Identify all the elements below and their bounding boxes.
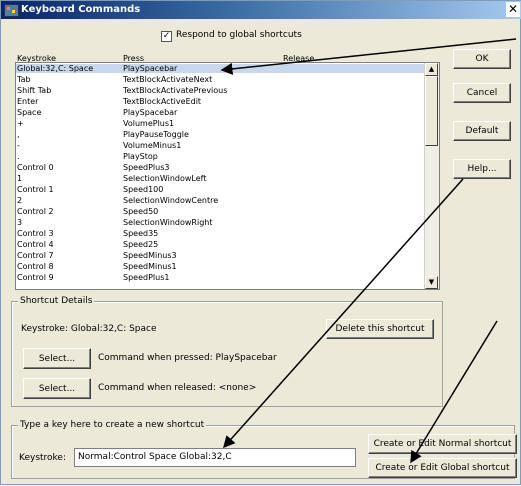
shortcut-row[interactable]: Control 0 SpeedPlus3 xyxy=(16,163,426,172)
scroll-up-icon[interactable]: ▲ xyxy=(425,63,438,76)
details-keystroke-text: Keystroke: Global:32,C: Space xyxy=(21,324,157,334)
row-keystroke: Control 7 xyxy=(17,251,54,260)
row-press-command: PlaySpacebar xyxy=(123,108,178,117)
row-keystroke: Control 1 xyxy=(17,185,54,194)
shortcut-details-legend: Shortcut Details xyxy=(18,296,95,306)
new-keystroke-label: Keystroke: xyxy=(19,453,67,463)
row-press-command: Speed35 xyxy=(123,229,159,238)
row-press-command: SelectionWindowRight xyxy=(123,218,213,227)
help-button[interactable]: Help... xyxy=(453,159,511,179)
shortcut-row[interactable]: Control 7 SpeedMinus3 xyxy=(16,251,426,260)
shortcut-row[interactable]: Control 3 Speed35 xyxy=(16,229,426,238)
row-keystroke: , xyxy=(17,130,20,139)
shortcut-row[interactable]: Space PlaySpacebar xyxy=(16,108,426,117)
row-keystroke: + xyxy=(17,119,24,128)
row-keystroke: Enter xyxy=(17,97,39,106)
shortcut-row[interactable]: 3 SelectionWindowRight xyxy=(16,218,426,227)
row-keystroke: . xyxy=(17,152,20,161)
row-press-command: SelectionWindowLeft xyxy=(123,174,207,183)
new-keystroke-input[interactable]: Normal:Control Space Global:32,C xyxy=(74,448,356,467)
shortcut-row[interactable]: Shift Tab TextBlockActivatePrevious xyxy=(16,86,426,95)
row-keystroke: - xyxy=(17,141,20,150)
window-title: Keyboard Commands xyxy=(21,4,141,15)
row-press-command: SelectionWindowCentre xyxy=(123,196,219,205)
shortcut-row[interactable]: - VolumeMinus1 xyxy=(16,141,426,150)
row-keystroke: Space xyxy=(17,108,42,117)
shortcut-row[interactable]: Control 1 Speed100 xyxy=(16,185,426,194)
shortcut-row[interactable]: 2 SelectionWindowCentre xyxy=(16,196,426,205)
shortcut-row[interactable]: Enter TextBlockActiveEdit xyxy=(16,97,426,106)
row-press-command: TextBlockActivatePrevious xyxy=(123,86,228,95)
row-press-command: Speed50 xyxy=(123,207,159,216)
row-keystroke: Control 2 xyxy=(17,207,54,216)
row-keystroke: 3 xyxy=(17,218,23,227)
row-press-command: SpeedPlus1 xyxy=(123,273,170,282)
row-press-command: SpeedMinus3 xyxy=(123,251,177,260)
command-pressed-text: Command when pressed: PlaySpacebar xyxy=(98,353,277,363)
row-press-command: TextBlockActivateNext xyxy=(123,75,213,84)
row-keystroke: 2 xyxy=(17,196,23,205)
row-keystroke: Control 9 xyxy=(17,273,54,282)
shortcut-row[interactable]: Control 4 Speed25 xyxy=(16,240,426,249)
row-press-command: SpeedMinus1 xyxy=(123,262,177,271)
list-scrollbar[interactable]: ▲ ▼ xyxy=(424,63,439,289)
scroll-down-icon[interactable]: ▼ xyxy=(425,276,438,289)
create-global-shortcut-button[interactable]: Create or Edit Global shortcut xyxy=(368,458,517,478)
row-keystroke: Control 3 xyxy=(17,229,54,238)
row-press-command: PlaySpacebar xyxy=(123,64,178,73)
delete-shortcut-button[interactable]: Delete this shortcut xyxy=(326,319,434,339)
row-keystroke: Tab xyxy=(17,75,31,84)
default-button[interactable]: Default xyxy=(453,121,511,141)
row-press-command: VolumeMinus1 xyxy=(123,141,182,150)
row-keystroke: Control 4 xyxy=(17,240,54,249)
respond-global-label: Respond to global shortcuts xyxy=(176,30,302,40)
shortcut-row[interactable]: 1 SelectionWindowLeft xyxy=(16,174,426,183)
shortcut-row[interactable]: Global:32,C: Space PlaySpacebar xyxy=(16,64,426,73)
row-press-command: VolumePlus1 xyxy=(123,119,175,128)
row-keystroke: Global:32,C: Space xyxy=(17,64,94,73)
row-press-command: SpeedPlus3 xyxy=(123,163,170,172)
row-press-command: PlayPauseToggle xyxy=(123,130,189,139)
close-icon[interactable]: ✕ xyxy=(506,2,520,17)
keyboard-commands-dialog: Keyboard Commands ✕ ✓ Respond to global … xyxy=(0,0,521,485)
row-keystroke: 1 xyxy=(17,174,23,183)
row-press-command: Speed25 xyxy=(123,240,159,249)
command-released-text: Command when released: <none> xyxy=(98,383,257,393)
select-pressed-button[interactable]: Select... xyxy=(23,348,91,369)
shortcut-row[interactable]: . PlayStop xyxy=(16,152,426,161)
row-keystroke: Control 8 xyxy=(17,262,54,271)
row-keystroke: Shift Tab xyxy=(17,86,52,95)
create-normal-shortcut-button[interactable]: Create or Edit Normal shortcut xyxy=(368,434,517,454)
row-keystroke: Control 0 xyxy=(17,163,54,172)
shortcut-row[interactable]: , PlayPauseToggle xyxy=(16,130,426,139)
select-released-button[interactable]: Select... xyxy=(23,378,91,399)
app-icon xyxy=(4,4,19,17)
row-press-command: TextBlockActiveEdit xyxy=(123,97,202,106)
cancel-button[interactable]: Cancel xyxy=(453,83,511,103)
shortcut-row[interactable]: Tab TextBlockActivateNext xyxy=(16,75,426,84)
shortcut-row[interactable]: Control 9 SpeedPlus1 xyxy=(16,273,426,282)
shortcut-row[interactable]: Control 8 SpeedMinus1 xyxy=(16,262,426,271)
shortcut-row[interactable]: Control 2 Speed50 xyxy=(16,207,426,216)
respond-global-checkbox[interactable]: ✓ xyxy=(161,31,172,42)
row-press-command: Speed100 xyxy=(123,185,164,194)
shortcut-row[interactable]: + VolumePlus1 xyxy=(16,119,426,128)
title-bar[interactable]: Keyboard Commands ✕ xyxy=(1,1,521,19)
create-shortcut-legend: Type a key here to create a new shortcut xyxy=(18,420,207,430)
ok-button[interactable]: OK xyxy=(453,49,511,69)
shortcut-list[interactable]: Global:32,C: Space PlaySpacebar Tab TextBlo… xyxy=(15,62,440,290)
scroll-thumb[interactable] xyxy=(425,76,438,146)
row-press-command: PlayStop xyxy=(123,152,158,161)
